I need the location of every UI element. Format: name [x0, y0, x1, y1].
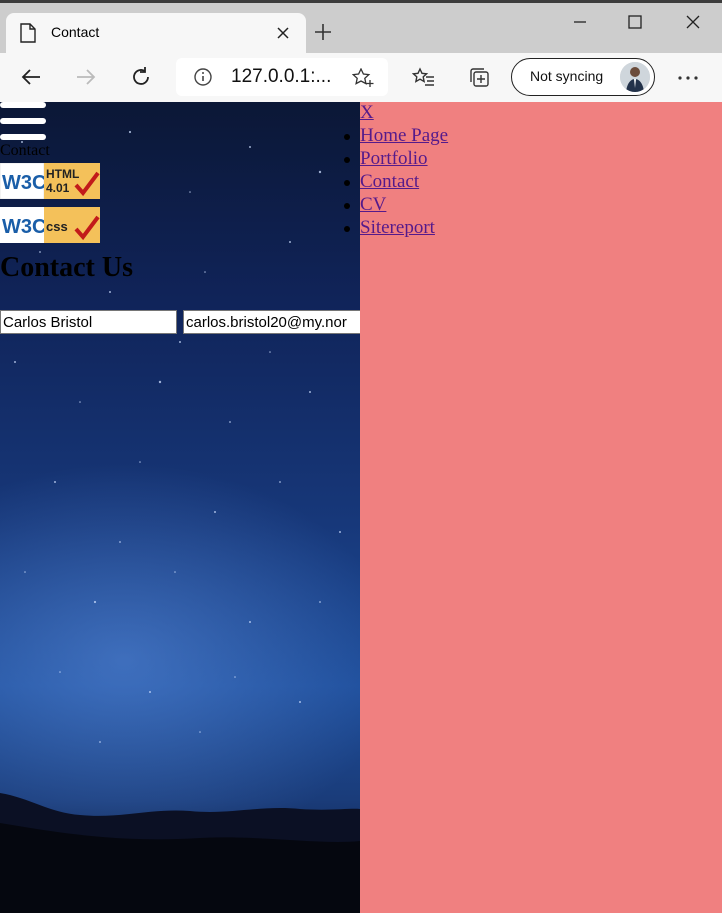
minimize-icon[interactable] — [570, 12, 590, 32]
svg-text:W3C: W3C — [2, 172, 46, 194]
svg-text:HTML: HTML — [46, 167, 79, 181]
portfolio-link[interactable]: Portfolio — [360, 148, 428, 169]
sync-button[interactable]: Not syncing — [511, 58, 655, 96]
address-text[interactable]: 127.0.0.1:... — [231, 66, 331, 88]
side-menu: X Home Page Portfolio Contact CV Siterep… — [343, 102, 722, 913]
page-label: Contact — [0, 142, 50, 159]
maximize-icon[interactable] — [625, 12, 645, 32]
menu-item-sitereport: Sitereport — [343, 217, 448, 240]
close-window-icon[interactable] — [683, 12, 703, 32]
toolbar: 127.0.0.1:... Not syncing — [0, 53, 722, 102]
new-tab-icon[interactable] — [313, 22, 333, 42]
cv-link[interactable]: CV — [360, 194, 386, 215]
back-icon[interactable] — [19, 65, 43, 89]
name-field[interactable] — [0, 310, 177, 334]
menu-item-cv: CV — [343, 194, 448, 217]
sync-label: Not syncing — [530, 68, 604, 84]
forward-icon[interactable] — [74, 65, 98, 89]
sitereport-link[interactable]: Sitereport — [360, 217, 435, 238]
svg-text:4.01: 4.01 — [46, 181, 70, 195]
tab-title: Contact — [51, 24, 100, 40]
info-icon[interactable] — [193, 67, 213, 87]
page-viewport: Contact W3C HTML 4.01 W3C css Contact Us… — [0, 102, 722, 913]
w3c-css-badge[interactable]: W3C css — [0, 207, 100, 243]
home-page-link[interactable]: Home Page — [360, 125, 448, 146]
window-top-border — [0, 0, 722, 3]
mountain-silhouette — [0, 793, 360, 913]
refresh-icon[interactable] — [129, 65, 153, 89]
w3c-html-badge[interactable]: W3C HTML 4.01 — [0, 163, 100, 199]
svg-text:W3C: W3C — [2, 216, 46, 238]
more-options-icon[interactable] — [676, 66, 700, 90]
document-icon — [20, 23, 36, 43]
menu-item-home: Home Page — [343, 125, 448, 148]
menu-list: Home Page Portfolio Contact CV Siterepor… — [343, 125, 448, 240]
favorites-icon[interactable] — [412, 66, 436, 90]
browser-chrome: Contact 127.0.0.1:... Not syncing — [0, 0, 722, 102]
profile-photo-icon — [620, 62, 650, 92]
email-field[interactable] — [183, 310, 363, 334]
hamburger-menu-button[interactable] — [0, 102, 46, 142]
menu-close-link[interactable]: X — [360, 102, 374, 124]
page-title: Contact Us — [0, 252, 133, 283]
collections-icon[interactable] — [468, 66, 492, 90]
contact-link[interactable]: Contact — [360, 171, 419, 192]
add-favorite-icon[interactable] — [352, 68, 374, 88]
svg-text:css: css — [46, 219, 68, 234]
menu-item-contact: Contact — [343, 171, 448, 194]
profile-avatar — [620, 62, 650, 92]
address-bar[interactable]: 127.0.0.1:... — [176, 58, 388, 96]
close-tab-icon[interactable] — [276, 26, 290, 40]
browser-tab[interactable]: Contact — [6, 13, 306, 53]
menu-item-portfolio: Portfolio — [343, 148, 448, 171]
